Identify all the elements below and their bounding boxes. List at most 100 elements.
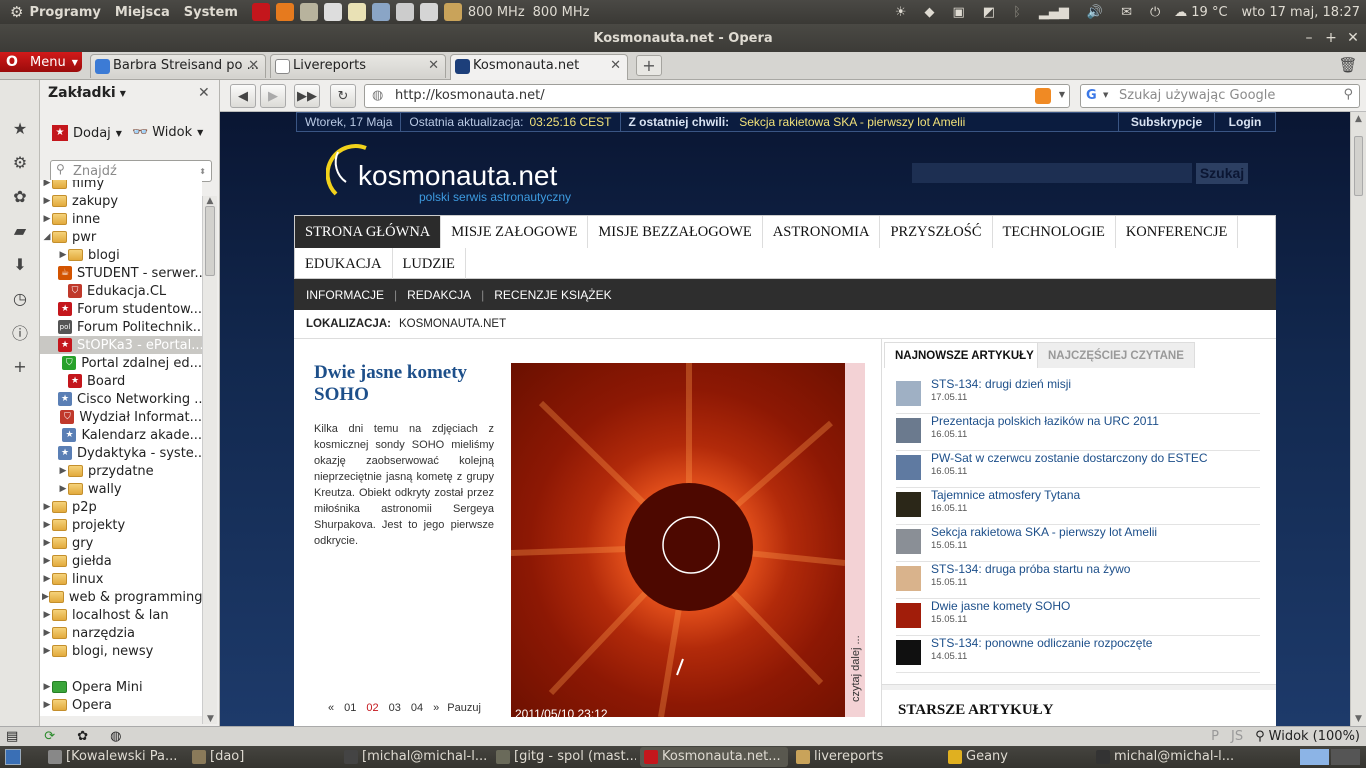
- close-tab-icon[interactable]: ✕: [428, 58, 439, 73]
- clock[interactable]: wto 17 maj, 18:27: [1242, 5, 1360, 20]
- expand-arrow-icon[interactable]: ▶: [42, 214, 52, 224]
- dictionary-launcher-icon[interactable]: [371, 3, 390, 21]
- taskbar-item[interactable]: Geany: [944, 747, 1088, 767]
- nav-astronomia[interactable]: ASTRONOMIA: [763, 216, 881, 248]
- expand-arrow-icon[interactable]: ▶: [42, 682, 52, 692]
- featured-image[interactable]: 2011/05/10 23:12: [511, 363, 845, 717]
- nav-ludzie[interactable]: LUDZIE: [393, 248, 466, 280]
- close-button[interactable]: ✕: [1342, 30, 1364, 46]
- window-icon[interactable]: ▣: [952, 5, 964, 20]
- scroll-thumb[interactable]: [205, 206, 215, 276]
- bookmark-search-input[interactable]: ⚲ Znajdź ⬍: [50, 160, 212, 182]
- back-button[interactable]: ◀: [230, 84, 256, 108]
- article-title[interactable]: Dwie jasne komety SOHO: [931, 599, 1070, 613]
- taskbar-item[interactable]: [gitg - spol (mast...: [492, 747, 636, 767]
- bookmarks-scrollbar[interactable]: ▲ ▼: [202, 196, 217, 724]
- add-panel-icon[interactable]: +: [0, 349, 40, 383]
- trash-icon[interactable]: 🗑: [1338, 54, 1358, 76]
- history-panel-icon[interactable]: ◷: [0, 281, 40, 315]
- workspace-1[interactable]: [1300, 749, 1329, 765]
- article-item[interactable]: Prezentacja polskich łazików na URC 2011…: [896, 414, 1260, 451]
- site-search-input[interactable]: [912, 163, 1192, 183]
- app-launcher-icon[interactable]: [299, 3, 318, 21]
- tab-most-read[interactable]: NAJCZĘŚCIEJ CZYTANE: [1037, 342, 1195, 368]
- tab-kosmonauta[interactable]: Kosmonauta.net ✕: [450, 54, 628, 80]
- expand-arrow-icon[interactable]: ▶: [42, 180, 52, 188]
- bookmark-item[interactable]: pol Forum Politechnik...: [40, 318, 202, 336]
- opera-menu-button[interactable]: O Menu ▼: [0, 52, 82, 72]
- minimize-button[interactable]: –: [1298, 30, 1320, 46]
- read-more-link[interactable]: czytaj dalej ...: [850, 592, 862, 702]
- info-panel-icon[interactable]: ⓘ: [0, 315, 40, 349]
- taskbar-item[interactable]: livereports: [792, 747, 940, 767]
- bookmark-item[interactable]: ★ Forum studentow...: [40, 300, 202, 318]
- bookmark-item[interactable]: ★ Cisco Networking ...: [40, 390, 202, 408]
- nav-przyszlosc[interactable]: PRZYSZŁOŚĆ: [880, 216, 993, 248]
- plugins-indicator[interactable]: P: [1211, 729, 1219, 744]
- bookmark-item[interactable]: ▶ localhost & lan: [40, 606, 202, 624]
- notes-panel-icon[interactable]: ▰: [0, 213, 40, 247]
- menu-miejsca[interactable]: Miejsca: [115, 5, 170, 20]
- pager-prev[interactable]: «: [328, 702, 334, 714]
- firefox-launcher-icon[interactable]: [275, 3, 294, 21]
- expand-arrow-icon[interactable]: ▶: [42, 592, 49, 602]
- widgets-panel-icon[interactable]: ⚙: [0, 145, 40, 179]
- address-field[interactable]: ◍ http://kosmonauta.net/ ▼: [364, 84, 1070, 108]
- folder-launcher-icon[interactable]: [443, 3, 462, 21]
- pager-page-3[interactable]: 03: [389, 702, 401, 714]
- ubuntu-logo-icon[interactable]: ⚙: [10, 3, 23, 21]
- article-item[interactable]: STS-134: drugi dzień misji 17.05.11: [896, 377, 1260, 414]
- article-item[interactable]: Sekcja rakietowa SKA - pierwszy lot Amel…: [896, 525, 1260, 562]
- workspace-2[interactable]: [1331, 749, 1360, 765]
- article-title[interactable]: Sekcja rakietowa SKA - pierwszy lot Amel…: [931, 525, 1157, 539]
- bookmarks-panel-icon[interactable]: ★: [0, 111, 40, 145]
- article-thumbnail[interactable]: [896, 529, 921, 554]
- show-desktop-icon[interactable]: [5, 749, 21, 765]
- scroll-down-arrow[interactable]: ▼: [1351, 714, 1366, 724]
- expand-arrow-icon[interactable]: ▶: [58, 466, 68, 476]
- calculator-launcher-icon[interactable]: [323, 3, 342, 21]
- pager-next[interactable]: »: [433, 702, 439, 714]
- bookmark-item[interactable]: ▶ przydatne: [40, 462, 202, 480]
- close-tab-icon[interactable]: ✕: [248, 58, 259, 73]
- bookmark-item[interactable]: ★ StOPKa3 - ePortal...: [40, 336, 202, 354]
- editor-launcher-icon[interactable]: [347, 3, 366, 21]
- site-logo[interactable]: kosmonauta.net polski serwis astronautyc…: [326, 142, 626, 212]
- subnav-redakcja[interactable]: REDAKCJA: [407, 288, 471, 302]
- volume-icon[interactable]: 🔊: [1087, 5, 1103, 20]
- bookmark-item[interactable]: ★ Board: [40, 372, 202, 390]
- scroll-down-arrow[interactable]: ▼: [203, 714, 218, 724]
- nav-strona-glowna[interactable]: STRONA GŁÓWNA: [295, 216, 442, 248]
- nav-konferencje[interactable]: KONFERENCJE: [1116, 216, 1239, 248]
- article-title[interactable]: Tajemnice atmosfery Tytana: [931, 488, 1080, 502]
- close-tab-icon[interactable]: ✕: [610, 58, 621, 73]
- expand-arrow-icon[interactable]: ▶: [42, 628, 52, 638]
- nav-misje-zalogowe[interactable]: MISJE ZAŁOGOWE: [441, 216, 589, 248]
- forward-button[interactable]: ▶: [260, 84, 286, 108]
- bookmark-item[interactable]: ⛉ Portal zdalnej ed...: [40, 354, 202, 372]
- mail-icon[interactable]: ✉: [1121, 5, 1132, 20]
- sync-icon[interactable]: ⟳: [44, 729, 55, 744]
- unite-icon[interactable]: ✿: [77, 729, 88, 744]
- expand-arrow-icon[interactable]: ▶: [42, 196, 52, 206]
- bookmark-item[interactable]: ☕ STUDENT - serwer...: [40, 264, 202, 282]
- article-thumbnail[interactable]: [896, 566, 921, 591]
- nav-misje-bezzalogowe[interactable]: MISJE BEZZAŁOGOWE: [588, 216, 763, 248]
- tab-livereports[interactable]: Livereports ✕: [270, 54, 446, 78]
- bookmark-item[interactable]: ▶ Opera: [40, 696, 202, 714]
- bookmark-item[interactable]: ▶ p2p: [40, 498, 202, 516]
- scroll-up-arrow[interactable]: ▲: [203, 196, 217, 206]
- reload-button[interactable]: ↻: [330, 84, 356, 108]
- article-item[interactable]: STS-134: druga próba startu na żywo 15.05…: [896, 562, 1260, 599]
- view-button[interactable]: 👓 Widok ▼: [132, 125, 203, 140]
- article-thumbnail[interactable]: [896, 381, 921, 406]
- article-item[interactable]: STS-134: ponowne odliczanie rozpoczęte 14…: [896, 636, 1260, 673]
- article-title[interactable]: STS-134: drugi dzień misji: [931, 377, 1071, 391]
- bookmark-item[interactable]: ▶ zakupy: [40, 192, 202, 210]
- taskbar-item[interactable]: [Kowalewski Pa...: [44, 747, 184, 767]
- add-bookmark-button[interactable]: ★ Dodaj ▼: [52, 125, 122, 141]
- article-thumbnail[interactable]: [896, 603, 921, 628]
- workspace-switcher[interactable]: [1300, 749, 1360, 765]
- expand-arrow-icon[interactable]: ▶: [58, 484, 68, 494]
- bookmark-item[interactable]: ▶ projekty: [40, 516, 202, 534]
